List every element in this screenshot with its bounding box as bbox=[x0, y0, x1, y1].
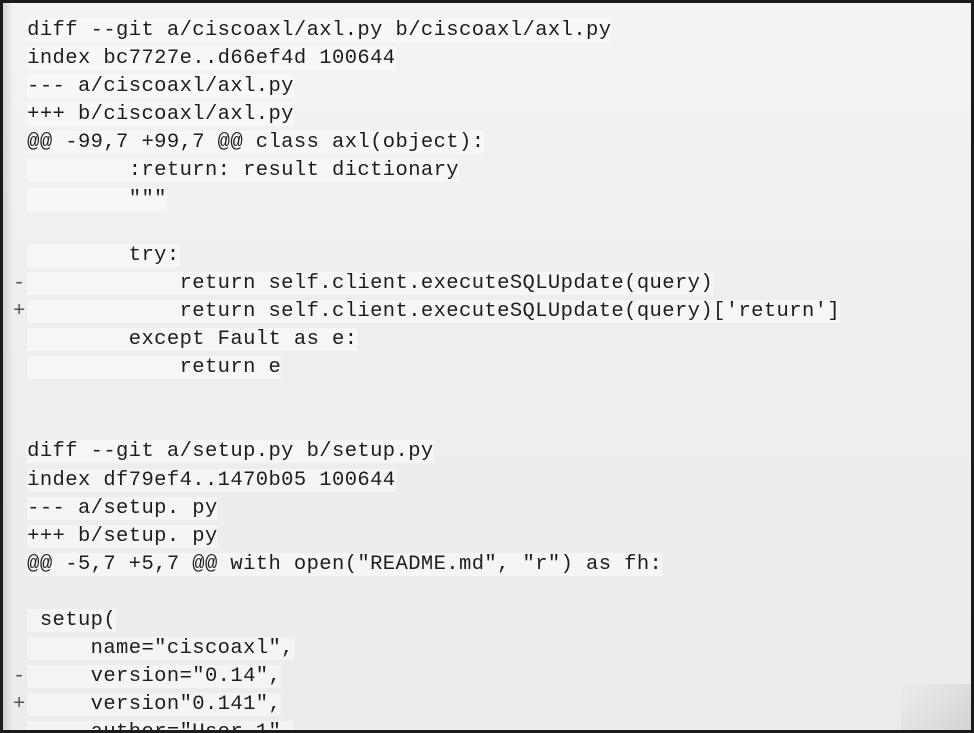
diff-line-text: --- a/ciscoaxl/axl.py bbox=[27, 75, 294, 99]
diff-line: +++ b/setup. py bbox=[13, 523, 963, 551]
diff-line: - version="0.14", bbox=[13, 663, 963, 691]
diff-line-text: +++ b/ciscoaxl/axl.py bbox=[27, 103, 294, 127]
diff-line-text: +++ b/setup. py bbox=[27, 524, 218, 548]
diff-line-text: :return: result dictionary bbox=[27, 159, 460, 183]
diff-line: name="ciscoaxl", bbox=[13, 635, 963, 663]
diff-line: +++ b/ciscoaxl/axl.py bbox=[13, 101, 963, 129]
diff-line: author="User 1", bbox=[13, 719, 963, 730]
diff-line bbox=[13, 579, 963, 607]
diff-marker: + bbox=[13, 693, 26, 717]
diff-line: try: bbox=[13, 242, 963, 270]
diff-line-text: try: bbox=[27, 243, 180, 267]
diff-line: - return self.client.executeSQLUpdate(qu… bbox=[13, 270, 963, 298]
diff-line bbox=[13, 410, 963, 438]
diff-line-text: return e bbox=[27, 356, 282, 380]
diff-line-text: """ bbox=[27, 187, 167, 211]
diff-line-text: name="ciscoaxl", bbox=[27, 637, 294, 661]
diff-line: return e bbox=[13, 354, 963, 382]
diff-line: diff --git a/ciscoaxl/axl.py b/ciscoaxl/… bbox=[13, 17, 963, 45]
diff-line: @@ -99,7 +99,7 @@ class axl(object): bbox=[13, 129, 963, 157]
diff-screenshot: diff --git a/ciscoaxl/axl.py b/ciscoaxl/… bbox=[0, 0, 974, 733]
diff-line: --- a/setup. py bbox=[13, 495, 963, 523]
diff-line-text: except Fault as e: bbox=[27, 328, 358, 352]
diff-line: diff --git a/setup.py b/setup.py bbox=[13, 438, 963, 466]
diff-line-text: version"0.141", bbox=[27, 693, 282, 717]
diff-line: setup( bbox=[13, 607, 963, 635]
diff-line-text: --- a/setup. py bbox=[27, 496, 218, 520]
diff-line: index df79ef4..1470b05 100644 bbox=[13, 467, 963, 495]
diff-line: + version"0.141", bbox=[13, 691, 963, 719]
diff-line: except Fault as e: bbox=[13, 326, 963, 354]
diff-line: --- a/ciscoaxl/axl.py bbox=[13, 73, 963, 101]
diff-line-text: return self.client.executeSQLUpdate(quer… bbox=[27, 271, 714, 295]
diff-output: diff --git a/ciscoaxl/axl.py b/ciscoaxl/… bbox=[3, 3, 971, 730]
diff-marker: + bbox=[13, 299, 26, 323]
diff-line-text: version="0.14", bbox=[27, 665, 282, 689]
diff-line-text: return self.client.executeSQLUpdate(quer… bbox=[27, 299, 841, 323]
diff-line-text: diff --git a/setup.py b/setup.py bbox=[27, 440, 434, 464]
diff-line bbox=[13, 214, 963, 242]
diff-line-text: @@ -5,7 +5,7 @@ with open("README.md", "… bbox=[27, 552, 663, 576]
diff-line: :return: result dictionary bbox=[13, 157, 963, 185]
diff-line: + return self.client.executeSQLUpdate(qu… bbox=[13, 298, 963, 326]
diff-marker: - bbox=[13, 665, 26, 689]
diff-line-text: index df79ef4..1470b05 100644 bbox=[27, 468, 396, 492]
diff-line: @@ -5,7 +5,7 @@ with open("README.md", "… bbox=[13, 551, 963, 579]
diff-line bbox=[13, 382, 963, 410]
diff-marker: - bbox=[13, 271, 26, 295]
diff-line-text: index bc7727e..d66ef4d 100644 bbox=[27, 47, 396, 71]
diff-line-text: setup( bbox=[27, 608, 117, 632]
diff-line: """ bbox=[13, 186, 963, 214]
diff-line-text: author="User 1", bbox=[27, 721, 294, 730]
diff-line-text: diff --git a/ciscoaxl/axl.py b/ciscoaxl/… bbox=[27, 19, 612, 42]
diff-line: index bc7727e..d66ef4d 100644 bbox=[13, 45, 963, 73]
diff-line-text: @@ -99,7 +99,7 @@ class axl(object): bbox=[27, 131, 485, 155]
